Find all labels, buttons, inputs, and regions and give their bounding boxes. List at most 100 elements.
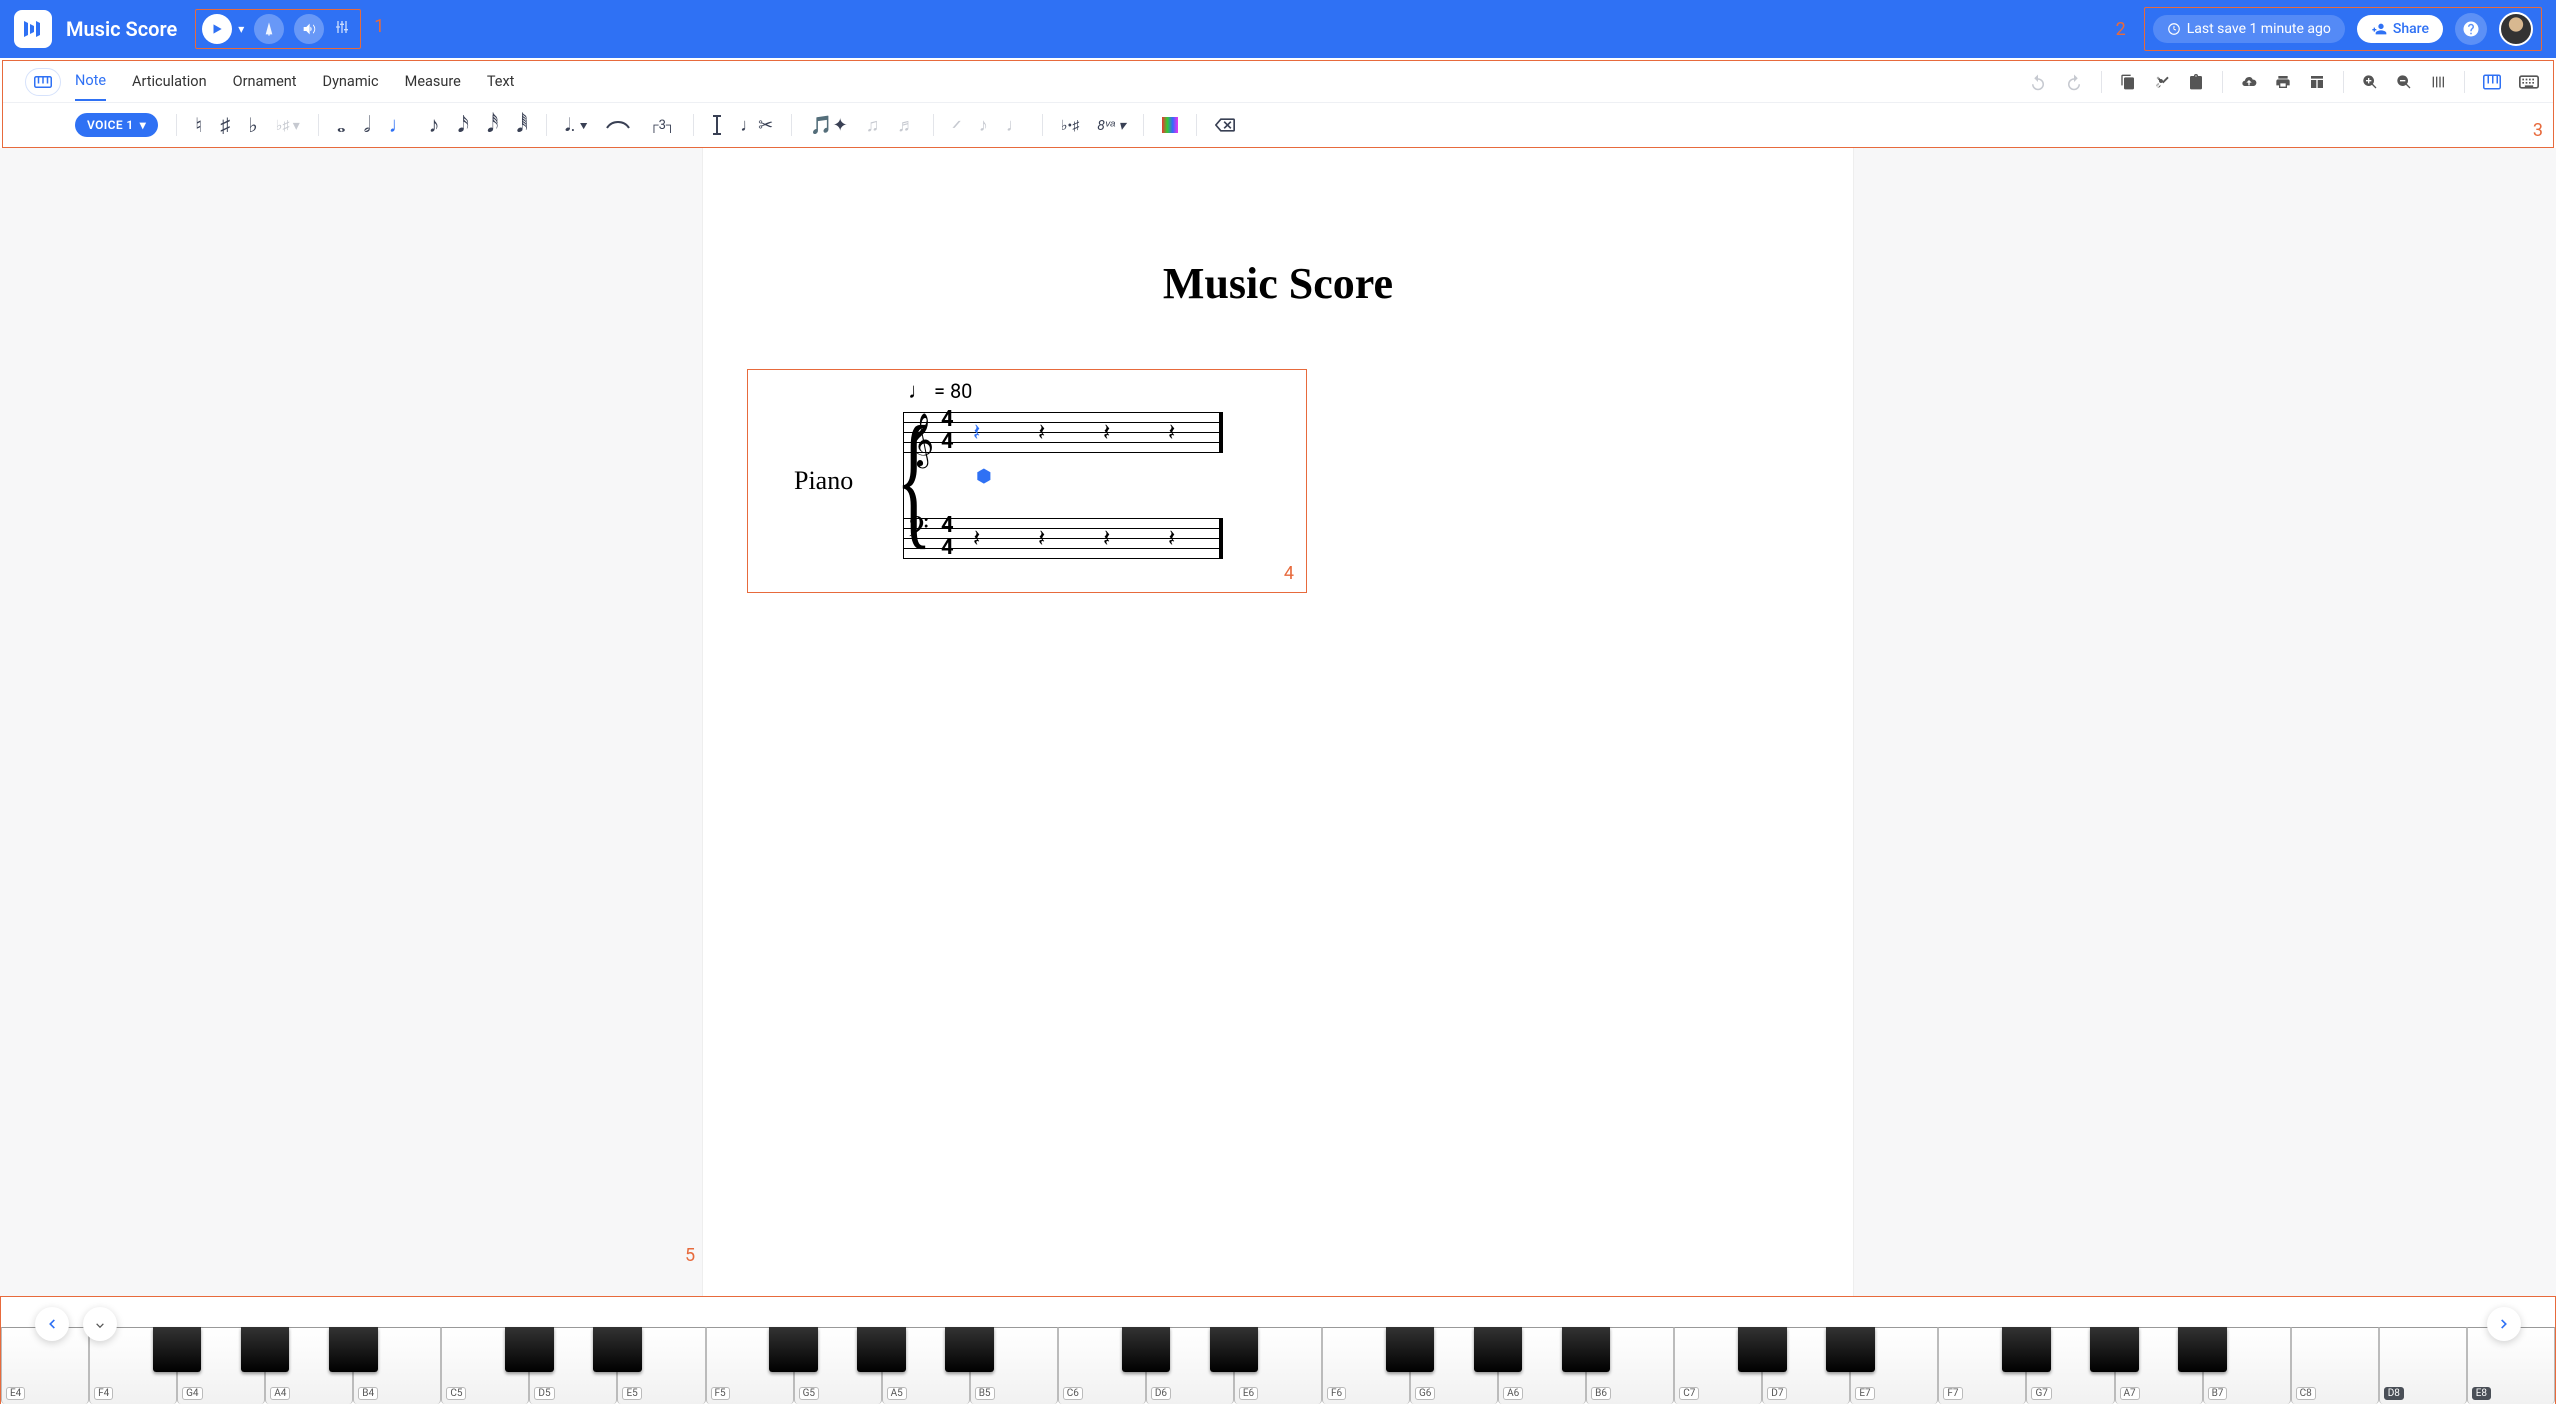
- insert-mode-button[interactable]: [712, 115, 722, 135]
- play-button[interactable]: [202, 14, 232, 44]
- tab-articulation[interactable]: Articulation: [132, 63, 207, 100]
- ghost-note-button[interactable]: ♪: [979, 115, 988, 136]
- sixteenth-note-button[interactable]: 𝅘𝅥𝅯: [458, 113, 469, 138]
- export-button[interactable]: [2241, 74, 2257, 90]
- dotted-button[interactable]: 𝅘𝅥. ▾: [565, 115, 588, 136]
- piano-collapse-button[interactable]: [83, 1307, 117, 1341]
- piano-scroll-left[interactable]: [35, 1307, 69, 1341]
- rest-2-treble[interactable]: 𝄽: [1038, 420, 1045, 447]
- black-key-after-D6[interactable]: [1210, 1327, 1259, 1372]
- cut-button[interactable]: [2154, 74, 2170, 90]
- piano-keys[interactable]: E4F4G4A4B4C5D5E5F5G5A5B5C6D6E6F6G6A6B6C7…: [1, 1327, 2555, 1404]
- double-accidental-button[interactable]: ♭♯ ▾: [276, 117, 300, 134]
- slash-note-button[interactable]: 𝄍: [952, 115, 961, 136]
- thirtysecond-note-button[interactable]: 𝅘𝅥𝅰: [487, 113, 498, 138]
- layout-button[interactable]: [2309, 74, 2325, 90]
- transpose-button[interactable]: ♭•♯: [1061, 117, 1079, 134]
- black-key-after-A7[interactable]: [2178, 1327, 2227, 1372]
- tab-note[interactable]: Note: [75, 62, 106, 101]
- help-button[interactable]: [2455, 13, 2487, 45]
- beam-button[interactable]: ♬: [897, 115, 915, 136]
- black-key-after-C7[interactable]: [1738, 1327, 1787, 1372]
- black-key-after-A6[interactable]: [1562, 1327, 1611, 1372]
- play-options-chevron-icon[interactable]: ▾: [238, 22, 244, 36]
- black-key-after-C5[interactable]: [505, 1327, 554, 1372]
- user-avatar[interactable]: [2499, 12, 2533, 46]
- zoom-in-button[interactable]: [2362, 74, 2378, 90]
- rest-4-treble[interactable]: 𝄽: [1168, 420, 1175, 447]
- black-key-after-G4[interactable]: [241, 1327, 290, 1372]
- score-system[interactable]: ♩ = 80 Piano { 𝄞 44 𝄽 𝄽 𝄽 𝄽 ⬢ 𝄢 44 𝄽: [747, 369, 1307, 593]
- split-button[interactable]: ♩✂: [740, 115, 773, 136]
- score-title[interactable]: Music Score: [743, 258, 1813, 309]
- tab-text[interactable]: Text: [487, 63, 515, 100]
- typing-keyboard-button[interactable]: [2519, 75, 2539, 89]
- tuplet-button[interactable]: ┌3┐: [649, 117, 675, 133]
- natural-button[interactable]: ♮: [195, 113, 202, 137]
- print-button[interactable]: [2275, 74, 2291, 90]
- grace-note-button[interactable]: ♫: [866, 115, 880, 136]
- rest-3-bass[interactable]: 𝄽: [1103, 526, 1110, 553]
- instrument-label[interactable]: Piano: [794, 466, 853, 496]
- mixer-button[interactable]: [334, 18, 350, 40]
- barlines-button[interactable]: [2430, 74, 2446, 90]
- black-key-after-F5[interactable]: [769, 1327, 818, 1372]
- metronome-button[interactable]: [254, 14, 284, 44]
- instruments-panel-toggle[interactable]: [25, 68, 61, 96]
- eighth-note-button[interactable]: ♪: [429, 112, 440, 138]
- octave-button[interactable]: 8ᵛᵃ ▾: [1097, 117, 1125, 134]
- quarter-note-button[interactable]: ♩: [389, 112, 411, 138]
- tab-ornament[interactable]: Ornament: [233, 63, 297, 100]
- tab-dynamic[interactable]: Dynamic: [323, 63, 379, 100]
- sharp-button[interactable]: ♯: [220, 113, 230, 138]
- key-label: A4: [270, 1387, 290, 1400]
- half-note-button[interactable]: 𝅗𝅥: [364, 113, 371, 138]
- whole-note-button[interactable]: 𝅝: [337, 113, 346, 138]
- white-key-C8[interactable]: C8: [2291, 1327, 2379, 1404]
- black-key-after-G5[interactable]: [857, 1327, 906, 1372]
- time-signature-treble[interactable]: 44: [941, 409, 954, 453]
- midi-toggle[interactable]: [2483, 74, 2501, 90]
- black-key-after-G6[interactable]: [1474, 1327, 1523, 1372]
- tie-button[interactable]: [605, 118, 631, 132]
- canvas-area[interactable]: Music Score ♩ = 80 Piano { 𝄞 44 𝄽 𝄽 𝄽 𝄽 …: [0, 148, 2556, 1296]
- piano-scroll-right[interactable]: [2487, 1307, 2521, 1341]
- black-key-after-F4[interactable]: [153, 1327, 202, 1372]
- tab-measure[interactable]: Measure: [405, 63, 461, 100]
- score-page[interactable]: Music Score ♩ = 80 Piano { 𝄞 44 𝄽 𝄽 𝄽 𝄽 …: [703, 148, 1853, 1296]
- voice-selector[interactable]: VOICE 1▾: [75, 113, 158, 137]
- rest-1-bass[interactable]: 𝄽: [973, 526, 980, 553]
- white-key-D8[interactable]: D8: [2379, 1327, 2467, 1404]
- undo-button[interactable]: [2029, 73, 2047, 91]
- zoom-out-button[interactable]: [2396, 74, 2412, 90]
- rest-3-treble[interactable]: 𝄽: [1103, 420, 1110, 447]
- treble-staff[interactable]: 𝄞 44 𝄽 𝄽 𝄽 𝄽 ⬢: [903, 412, 1223, 452]
- delete-button[interactable]: [1215, 118, 1235, 132]
- bass-staff[interactable]: 𝄢 44 𝄽 𝄽 𝄽 𝄽: [903, 518, 1223, 558]
- app-logo[interactable]: [14, 10, 52, 48]
- black-key-after-F6[interactable]: [1386, 1327, 1435, 1372]
- volume-button[interactable]: [294, 14, 324, 44]
- sixtyfourth-note-button[interactable]: 𝅘𝅥𝅱: [516, 113, 527, 138]
- copy-button[interactable]: [2120, 74, 2136, 90]
- black-key-after-F7[interactable]: [2002, 1327, 2051, 1372]
- black-key-after-C6[interactable]: [1122, 1327, 1171, 1372]
- concert-pitch-button[interactable]: 🎵✦: [810, 115, 848, 136]
- black-key-after-A5[interactable]: [945, 1327, 994, 1372]
- black-key-after-G7[interactable]: [2090, 1327, 2139, 1372]
- dead-note-button[interactable]: ♩: [1006, 115, 1024, 136]
- redo-button[interactable]: [2065, 73, 2083, 91]
- rest-4-bass[interactable]: 𝄽: [1168, 526, 1175, 553]
- black-key-after-D7[interactable]: [1826, 1327, 1875, 1372]
- black-key-after-D5[interactable]: [593, 1327, 642, 1372]
- flat-button[interactable]: ♭: [248, 113, 257, 137]
- paste-button[interactable]: [2188, 74, 2204, 90]
- time-signature-bass[interactable]: 44: [941, 515, 954, 559]
- black-key-after-A4[interactable]: [329, 1327, 378, 1372]
- last-save-chip[interactable]: Last save 1 minute ago: [2153, 15, 2345, 43]
- share-button[interactable]: Share: [2357, 15, 2443, 43]
- color-button[interactable]: [1162, 117, 1178, 133]
- rest-2-bass[interactable]: 𝄽: [1038, 526, 1045, 553]
- rest-1-treble[interactable]: 𝄽: [973, 420, 980, 447]
- document-title[interactable]: Music Score: [66, 17, 177, 41]
